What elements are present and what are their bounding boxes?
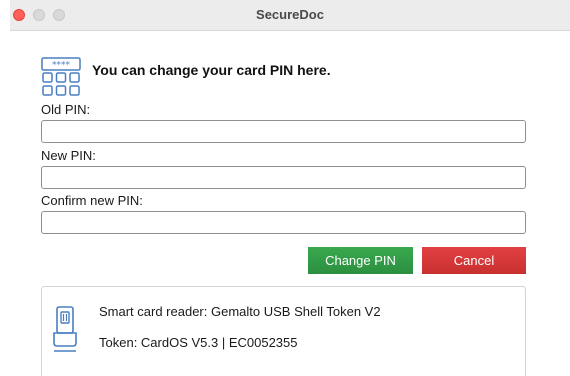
cancel-button[interactable]: Cancel — [422, 247, 526, 274]
header-message: You can change your card PIN here. — [92, 62, 331, 78]
confirm-pin-input[interactable] — [41, 211, 526, 234]
svg-text:****: **** — [52, 61, 71, 71]
old-pin-input[interactable] — [41, 120, 526, 143]
keypad-icon: **** — [41, 57, 81, 96]
smart-card-reader-icon — [53, 306, 77, 352]
dialog-content: **** You can change your card PIN here. … — [10, 31, 570, 376]
token-text: Token: CardOS V5.3 | EC0052355 — [99, 335, 298, 350]
window-title: SecureDoc — [256, 7, 324, 22]
new-pin-input[interactable] — [41, 166, 526, 189]
card-info-panel: Smart card reader: Gemalto USB Shell Tok… — [41, 286, 526, 376]
change-pin-button[interactable]: Change PIN — [308, 247, 413, 274]
title-bar[interactable]: SecureDoc — [10, 0, 570, 31]
dialog-window: SecureDoc **** You can change your card … — [10, 0, 570, 376]
card-reader-text: Smart card reader: Gemalto USB Shell Tok… — [99, 304, 381, 319]
old-pin-label: Old PIN: — [41, 102, 91, 117]
confirm-pin-label: Confirm new PIN: — [41, 193, 143, 208]
new-pin-label: New PIN: — [41, 148, 96, 163]
